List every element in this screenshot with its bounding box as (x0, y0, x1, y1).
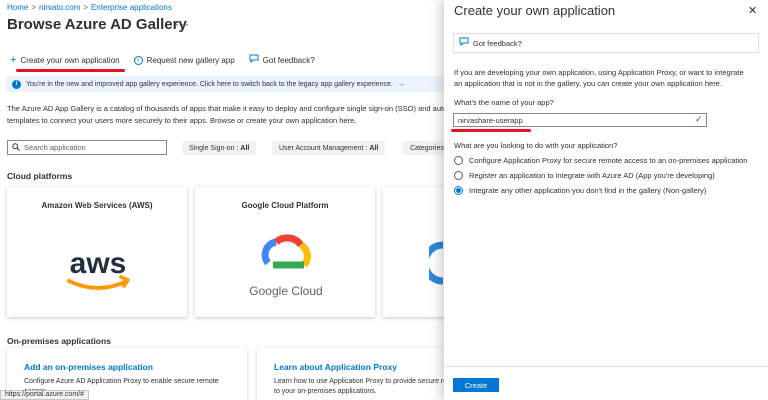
feedback-label: Got feedback? (262, 55, 315, 65)
option-label: Register an application to integrate wit… (469, 171, 715, 180)
search-placeholder: Search application (24, 143, 86, 152)
app-name-label: What's the name of your app? (454, 98, 554, 107)
search-icon (12, 142, 20, 153)
create-own-application-label: Create your own application (20, 55, 120, 65)
card-text-line: to your on-premises applications. (274, 388, 377, 395)
panel-title: Create your own application (454, 3, 616, 18)
create-button[interactable]: Create (453, 378, 499, 392)
radio-button[interactable] (454, 171, 463, 180)
filter-value: All (240, 144, 250, 152)
status-bar-url: https://portal.azure.com/# (0, 390, 89, 400)
search-input[interactable]: Search application (7, 140, 167, 155)
panel-feedback-label: Got feedback? (473, 38, 522, 48)
google-cloud-logo-icon: Google Cloud (243, 215, 329, 301)
cloud-platform-card[interactable] (383, 187, 444, 317)
app-name-input[interactable] (453, 113, 707, 127)
panel-intro-text: If you are developing your own applicati… (454, 68, 744, 88)
option-application-proxy[interactable]: Configure Application Proxy for secure r… (454, 156, 747, 165)
filter-categories[interactable]: Categories (403, 141, 444, 155)
option-label: Integrate any other application you don'… (469, 186, 707, 195)
gallery-page: Home > nirvato.com > Enterprise applications… (0, 0, 444, 400)
filter-label: Categories (410, 144, 444, 152)
breadcrumb: Home > nirvato.com > Enterprise applications (7, 3, 172, 12)
breadcrumb-separator: > (31, 3, 37, 12)
annotation-underline (16, 69, 125, 72)
page-title: Browse Azure AD Gallery (7, 16, 187, 33)
info-icon: i (12, 79, 21, 89)
breadcrumb-enterprise-apps[interactable]: Enterprise applications (91, 3, 172, 12)
arrow-right-icon: → (397, 80, 405, 88)
app-proxy-card-title[interactable]: Learn about Application Proxy (274, 362, 397, 372)
card-text-line: Configure Azure AD Application Proxy to … (24, 378, 219, 385)
card-name: Amazon Web Services (AWS) (41, 201, 153, 210)
description-line: The Azure AD App Gallery is a catalog of… (7, 104, 444, 113)
filter-single-sign-on[interactable]: Single Sign-on : All (182, 141, 257, 155)
feedback-button[interactable]: Got feedback? (249, 54, 315, 67)
create-own-application-button[interactable]: + Create your own application (10, 53, 120, 66)
breadcrumb-separator: > (83, 3, 89, 12)
card-name: Google Cloud Platform (241, 201, 329, 210)
banner-text: You're in the new and improved app galle… (26, 80, 393, 88)
filter-label: Single Sign-on : (189, 144, 239, 152)
command-bar: + Create your own application i Request … (10, 52, 329, 68)
description-line: templates to connect your users more sec… (7, 116, 357, 125)
purpose-question-label: What are you looking to do with your app… (454, 141, 618, 150)
close-icon[interactable]: ✕ (748, 4, 757, 17)
request-gallery-app-label: Request new gallery app (146, 55, 235, 65)
filter-value: All (369, 144, 379, 152)
feedback-icon (249, 54, 259, 67)
new-experience-banner[interactable]: i You're in the new and improved app gal… (6, 76, 444, 92)
feedback-icon (459, 37, 469, 49)
aws-logo-icon: aws (55, 215, 141, 301)
card-text-line: Learn how to use Application Proxy to pr… (274, 378, 444, 385)
radio-button[interactable] (454, 156, 463, 165)
aws-logo-text: aws (70, 247, 127, 280)
breadcrumb-tenant[interactable]: nirvato.com (39, 3, 80, 12)
plus-icon: + (10, 53, 17, 66)
filter-label: User Account Management : (279, 144, 368, 152)
on-premises-heading: On-premises applications (7, 336, 111, 346)
app-proxy-card-text: Learn how to use Application Proxy to pr… (274, 377, 444, 397)
aws-card[interactable]: Amazon Web Services (AWS) aws (7, 187, 187, 317)
on-premises-card-title[interactable]: Add an on-premises application (24, 362, 153, 372)
more-options-icon[interactable]: ··· (175, 17, 190, 31)
create-application-panel: Create your own application ✕ Got feedba… (444, 0, 768, 400)
option-label: Configure Application Proxy for secure r… (469, 156, 748, 165)
panel-feedback-button[interactable]: Got feedback? (453, 33, 759, 53)
check-icon: ✓ (695, 114, 703, 124)
google-cloud-logo-text: Google Cloud (249, 284, 322, 298)
learn-app-proxy-card[interactable]: Learn about Application Proxy Learn how … (257, 348, 444, 400)
option-non-gallery[interactable]: Integrate any other application you don'… (454, 186, 706, 195)
cloud-platforms-heading: Cloud platforms (7, 171, 73, 181)
gallery-description: The Azure AD App Gallery is a catalog of… (7, 103, 444, 127)
platform-logo-icon (421, 215, 444, 301)
annotation-underline (451, 129, 531, 132)
request-gallery-app-button[interactable]: i Request new gallery app (133, 55, 235, 65)
info-icon: i (133, 55, 143, 65)
google-cloud-card[interactable]: Google Cloud Platform Google Cloud (195, 187, 375, 317)
radio-button-selected[interactable] (454, 186, 463, 195)
breadcrumb-home[interactable]: Home (7, 3, 28, 12)
filter-user-account-management[interactable]: User Account Management : All (272, 141, 386, 155)
option-register-application[interactable]: Register an application to integrate wit… (454, 171, 715, 180)
footer-divider (444, 366, 768, 367)
